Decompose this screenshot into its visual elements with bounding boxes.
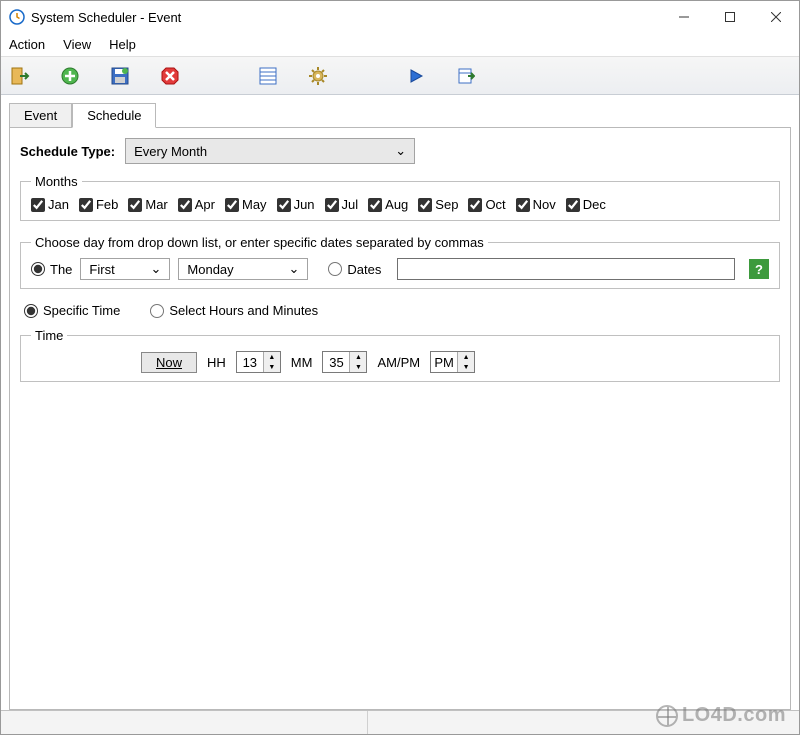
close-button[interactable]: [753, 2, 799, 32]
up-arrow-icon[interactable]: ▲: [458, 352, 474, 362]
month-may[interactable]: May: [225, 197, 267, 212]
schedule-type-dropdown[interactable]: Every Month ⌄: [125, 138, 415, 164]
exit-icon[interactable]: [9, 65, 31, 87]
menu-view[interactable]: View: [63, 37, 91, 52]
tab-body: Schedule Type: Every Month ⌄ Months Jan …: [9, 127, 791, 710]
radio-specific-time[interactable]: Specific Time: [24, 303, 120, 318]
add-icon[interactable]: [59, 65, 81, 87]
globe-icon: [656, 705, 678, 727]
tab-event[interactable]: Event: [9, 103, 72, 128]
ordinal-dropdown[interactable]: First⌄: [80, 258, 170, 280]
down-arrow-icon[interactable]: ▼: [264, 362, 280, 372]
month-jul[interactable]: Jul: [325, 197, 359, 212]
weekday-dropdown[interactable]: Monday⌄: [178, 258, 308, 280]
minimize-button[interactable]: [661, 2, 707, 32]
month-aug[interactable]: Aug: [368, 197, 408, 212]
mm-spinner[interactable]: 35 ▲▼: [322, 351, 367, 373]
titlebar: System Scheduler - Event: [1, 1, 799, 33]
menu-action[interactable]: Action: [9, 37, 45, 52]
month-nov[interactable]: Nov: [516, 197, 556, 212]
chevron-down-icon: ⌄: [395, 143, 406, 159]
menubar: Action View Help: [1, 33, 799, 57]
month-jan[interactable]: Jan: [31, 197, 69, 212]
schedule-type-value: Every Month: [134, 144, 207, 159]
radio-dates[interactable]: Dates: [328, 262, 381, 277]
month-sep[interactable]: Sep: [418, 197, 458, 212]
settings-icon[interactable]: [307, 65, 329, 87]
list-icon[interactable]: [257, 65, 279, 87]
hh-spinner[interactable]: 13 ▲▼: [236, 351, 281, 373]
month-jun[interactable]: Jun: [277, 197, 315, 212]
chevron-down-icon: ⌄: [151, 261, 162, 277]
time-fieldset: Time Now HH 13 ▲▼ MM 35 ▲▼ AM/PM PM: [20, 328, 780, 382]
mm-label: MM: [291, 355, 313, 370]
radio-the[interactable]: The: [31, 262, 72, 277]
month-mar[interactable]: Mar: [128, 197, 167, 212]
export-icon[interactable]: [455, 65, 477, 87]
toolbar: [1, 57, 799, 95]
schedule-type-label: Schedule Type:: [20, 144, 115, 159]
save-icon[interactable]: [109, 65, 131, 87]
dates-input[interactable]: [397, 258, 735, 280]
day-legend: Choose day from drop down list, or enter…: [31, 235, 488, 250]
down-arrow-icon[interactable]: ▼: [458, 362, 474, 372]
down-arrow-icon[interactable]: ▼: [350, 362, 366, 372]
hh-label: HH: [207, 355, 226, 370]
help-icon[interactable]: ?: [749, 259, 769, 279]
tab-strip: Event Schedule: [9, 101, 791, 127]
ampm-label: AM/PM: [377, 355, 420, 370]
content: Event Schedule Schedule Type: Every Mont…: [1, 95, 799, 710]
app-icon: [9, 9, 25, 25]
window: System Scheduler - Event Action View Hel…: [0, 0, 800, 735]
maximize-button[interactable]: [707, 2, 753, 32]
month-apr[interactable]: Apr: [178, 197, 215, 212]
delete-icon[interactable]: [159, 65, 181, 87]
time-legend: Time: [31, 328, 67, 343]
menu-help[interactable]: Help: [109, 37, 136, 52]
tab-schedule[interactable]: Schedule: [72, 103, 156, 128]
month-oct[interactable]: Oct: [468, 197, 505, 212]
window-title: System Scheduler - Event: [31, 10, 181, 25]
up-arrow-icon[interactable]: ▲: [264, 352, 280, 362]
months-fieldset: Months Jan Feb Mar Apr May Jun Jul Aug S…: [20, 174, 780, 221]
months-legend: Months: [31, 174, 82, 189]
chevron-down-icon: ⌄: [289, 261, 300, 277]
month-feb[interactable]: Feb: [79, 197, 118, 212]
up-arrow-icon[interactable]: ▲: [350, 352, 366, 362]
month-dec[interactable]: Dec: [566, 197, 606, 212]
radio-select-hm[interactable]: Select Hours and Minutes: [150, 303, 318, 318]
ampm-spinner[interactable]: PM ▲▼: [430, 351, 475, 373]
watermark: LO4D.com: [656, 704, 786, 727]
now-button[interactable]: Now: [141, 352, 197, 373]
run-icon[interactable]: [405, 65, 427, 87]
day-fieldset: Choose day from drop down list, or enter…: [20, 235, 780, 289]
